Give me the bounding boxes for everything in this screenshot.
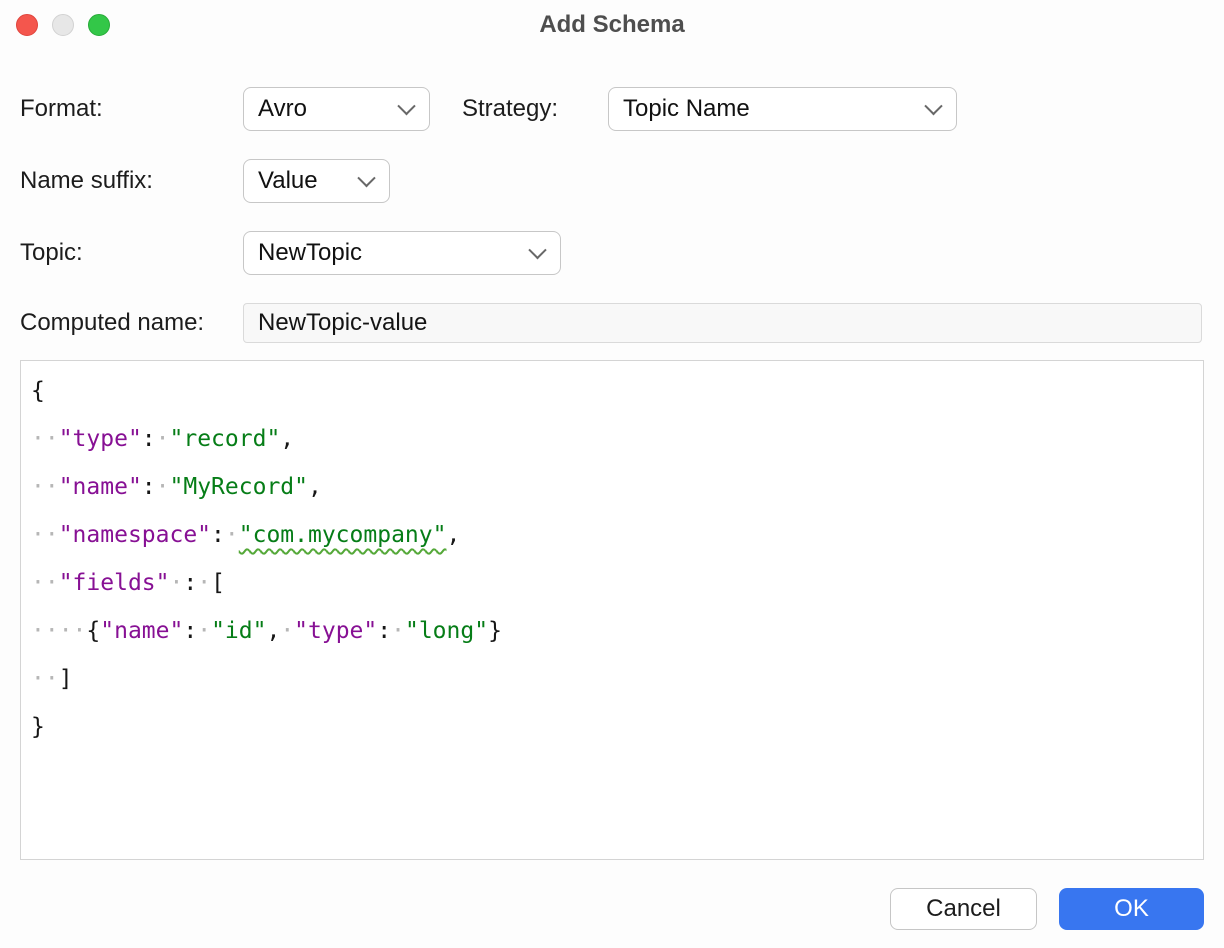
- strategy-select-value: Topic Name: [623, 95, 750, 123]
- name-suffix-select-value: Value: [258, 167, 318, 195]
- strategy-select[interactable]: Topic Name: [608, 87, 957, 131]
- chevron-down-icon: [924, 97, 942, 115]
- format-label: Format:: [20, 87, 103, 131]
- cancel-button[interactable]: Cancel: [890, 888, 1037, 930]
- traffic-lights: [16, 14, 110, 36]
- window-title: Add Schema: [0, 0, 1224, 50]
- computed-name-field[interactable]: NewTopic-value: [243, 303, 1202, 343]
- computed-name-value: NewTopic-value: [258, 309, 427, 337]
- computed-name-label: Computed name:: [20, 303, 204, 343]
- name-suffix-select[interactable]: Value: [243, 159, 390, 203]
- strategy-label: Strategy:: [462, 87, 558, 131]
- topic-select[interactable]: NewTopic: [243, 231, 561, 275]
- chevron-down-icon: [357, 169, 375, 187]
- topic-label: Topic:: [20, 231, 83, 275]
- window-titlebar: Add Schema: [0, 0, 1224, 50]
- close-button[interactable]: [16, 14, 38, 36]
- schema-editor-code: {··"type":·"record",··"name":·"MyRecord"…: [21, 361, 1203, 757]
- name-suffix-label: Name suffix:: [20, 159, 153, 203]
- minimize-button: [52, 14, 74, 36]
- chevron-down-icon: [397, 97, 415, 115]
- add-schema-dialog: Add Schema Format: Avro Strategy: Topic …: [0, 0, 1224, 948]
- format-select[interactable]: Avro: [243, 87, 430, 131]
- zoom-button[interactable]: [88, 14, 110, 36]
- topic-select-value: NewTopic: [258, 239, 362, 267]
- schema-editor[interactable]: {··"type":·"record",··"name":·"MyRecord"…: [20, 360, 1204, 860]
- ok-button[interactable]: OK: [1059, 888, 1204, 930]
- format-select-value: Avro: [258, 95, 307, 123]
- chevron-down-icon: [528, 241, 546, 259]
